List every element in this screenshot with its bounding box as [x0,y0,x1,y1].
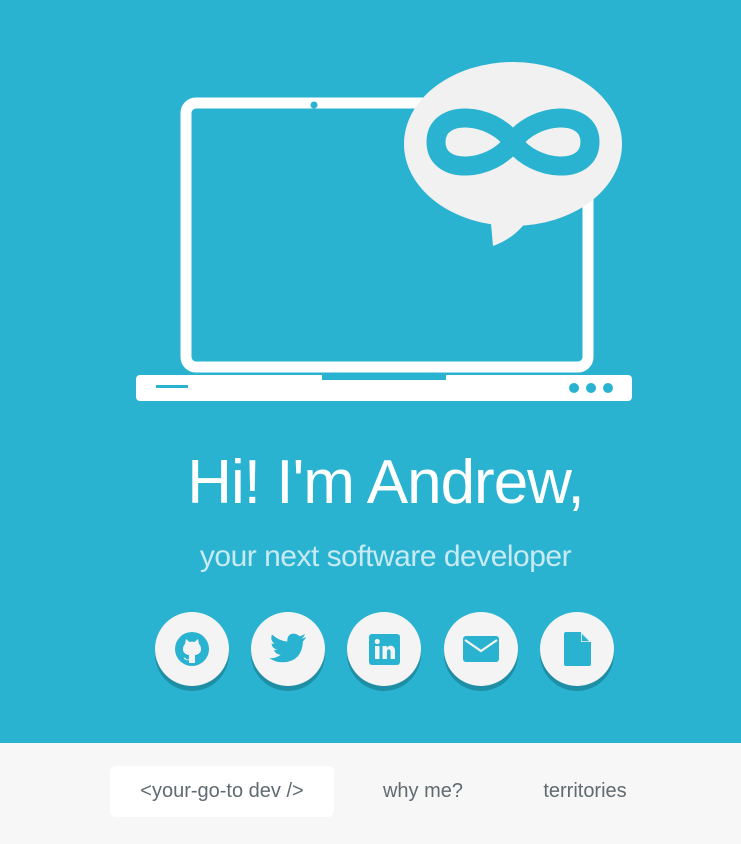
nav-item-territories[interactable]: territories [520,766,650,817]
email-button[interactable] [444,612,518,686]
nav-item-your-go-to-dev[interactable]: <your-go-to dev /> [110,766,334,817]
laptop-logo-illustration [136,62,632,401]
github-icon [175,632,209,666]
bottom-navigation: <your-go-to dev /> why me? territories [0,743,741,844]
greeting-heading: Hi! I'm Andrew, [187,448,585,517]
resume-button[interactable] [540,612,614,686]
nav-item-why-me[interactable]: why me? [364,766,482,817]
resume-document-icon [563,632,591,666]
twitter-icon [269,633,306,663]
github-button[interactable] [155,612,229,686]
tagline-text: your next software developer [199,540,572,573]
laptop-camera [310,101,318,109]
linkedin-icon [368,633,400,665]
hero-section: Hi! I'm Andrew, your next software devel… [0,0,741,743]
email-icon [463,636,499,662]
linkedin-button[interactable] [347,612,421,686]
twitter-button[interactable] [251,612,325,686]
